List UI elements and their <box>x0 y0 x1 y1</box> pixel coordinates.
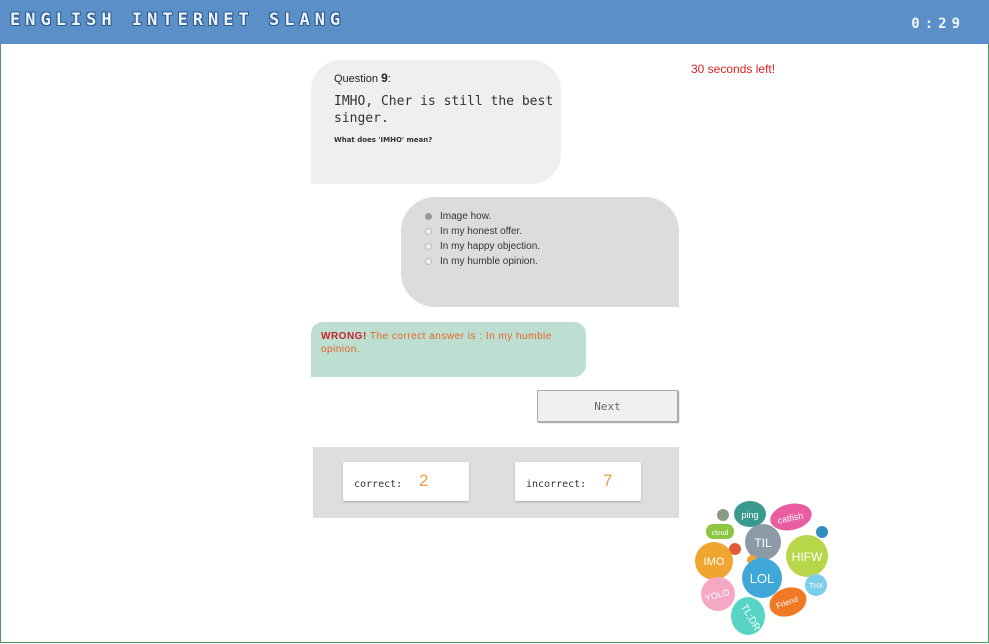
til-word: TIL <box>754 536 772 550</box>
correct-score-box: correct: 2 <box>343 462 469 501</box>
feedback-text: WRONG! The correct answer is : In my hum… <box>321 330 581 356</box>
option-label: In my humble opinion. <box>440 256 538 267</box>
options-list: Image how. In my honest offer. In my hap… <box>425 209 540 269</box>
question-sentence: IMHO, Cher is still the best singer. <box>334 94 554 126</box>
app-header: English Internet Slang 0:29 <box>0 0 989 44</box>
radio-button[interactable] <box>425 243 432 250</box>
slang-word-cloud-image: ping catfish cloud TIL HIFW IMO LOL THX … <box>695 501 828 635</box>
feedback-verdict: WRONG! <box>321 331 367 342</box>
correct-count: 2 <box>419 471 429 490</box>
imo-word: IMO <box>704 556 725 568</box>
radio-button[interactable] <box>425 228 432 235</box>
incorrect-score-box: incorrect: 7 <box>515 462 641 501</box>
question-bubble: Question 9: IMHO, Cher is still the best… <box>311 60 561 184</box>
radio-button[interactable] <box>425 258 432 265</box>
option-label: Image how. <box>440 211 492 222</box>
hifw-word: HIFW <box>792 550 823 564</box>
thx-word: THX <box>809 583 823 590</box>
option-item[interactable]: Image how. <box>425 209 540 224</box>
ping-word: ping <box>741 510 758 520</box>
correct-label: correct: <box>354 479 403 490</box>
question-prompt: What does 'IMHO' mean? <box>334 136 433 144</box>
option-item[interactable]: In my happy objection. <box>425 239 540 254</box>
option-label: In my happy objection. <box>440 241 541 252</box>
question-number: 9 <box>381 71 388 85</box>
option-label: In my honest offer. <box>440 226 523 237</box>
time-warning: 30 seconds left! <box>691 62 776 76</box>
option-item[interactable]: In my honest offer. <box>425 224 540 239</box>
radio-button[interactable] <box>425 213 432 220</box>
option-item[interactable]: In my humble opinion. <box>425 254 540 269</box>
bird-icon <box>816 526 828 538</box>
incorrect-count: 7 <box>603 471 613 490</box>
next-button[interactable]: Next <box>537 390 678 422</box>
lol-word: LOL <box>750 571 775 586</box>
question-label-text: Question <box>334 73 379 85</box>
score-panel: correct: 2 incorrect: 7 <box>313 447 679 518</box>
question-label: Question 9: <box>334 71 391 85</box>
cloud-word: cloud <box>712 530 729 537</box>
options-bubble: Image how. In my honest offer. In my hap… <box>401 197 679 307</box>
answer-feedback: WRONG! The correct answer is : In my hum… <box>311 322 586 377</box>
countdown-timer: 0:29 <box>911 16 965 32</box>
incorrect-label: incorrect: <box>526 479 587 490</box>
smiley-icon <box>717 509 729 521</box>
app-title: English Internet Slang <box>10 10 346 30</box>
